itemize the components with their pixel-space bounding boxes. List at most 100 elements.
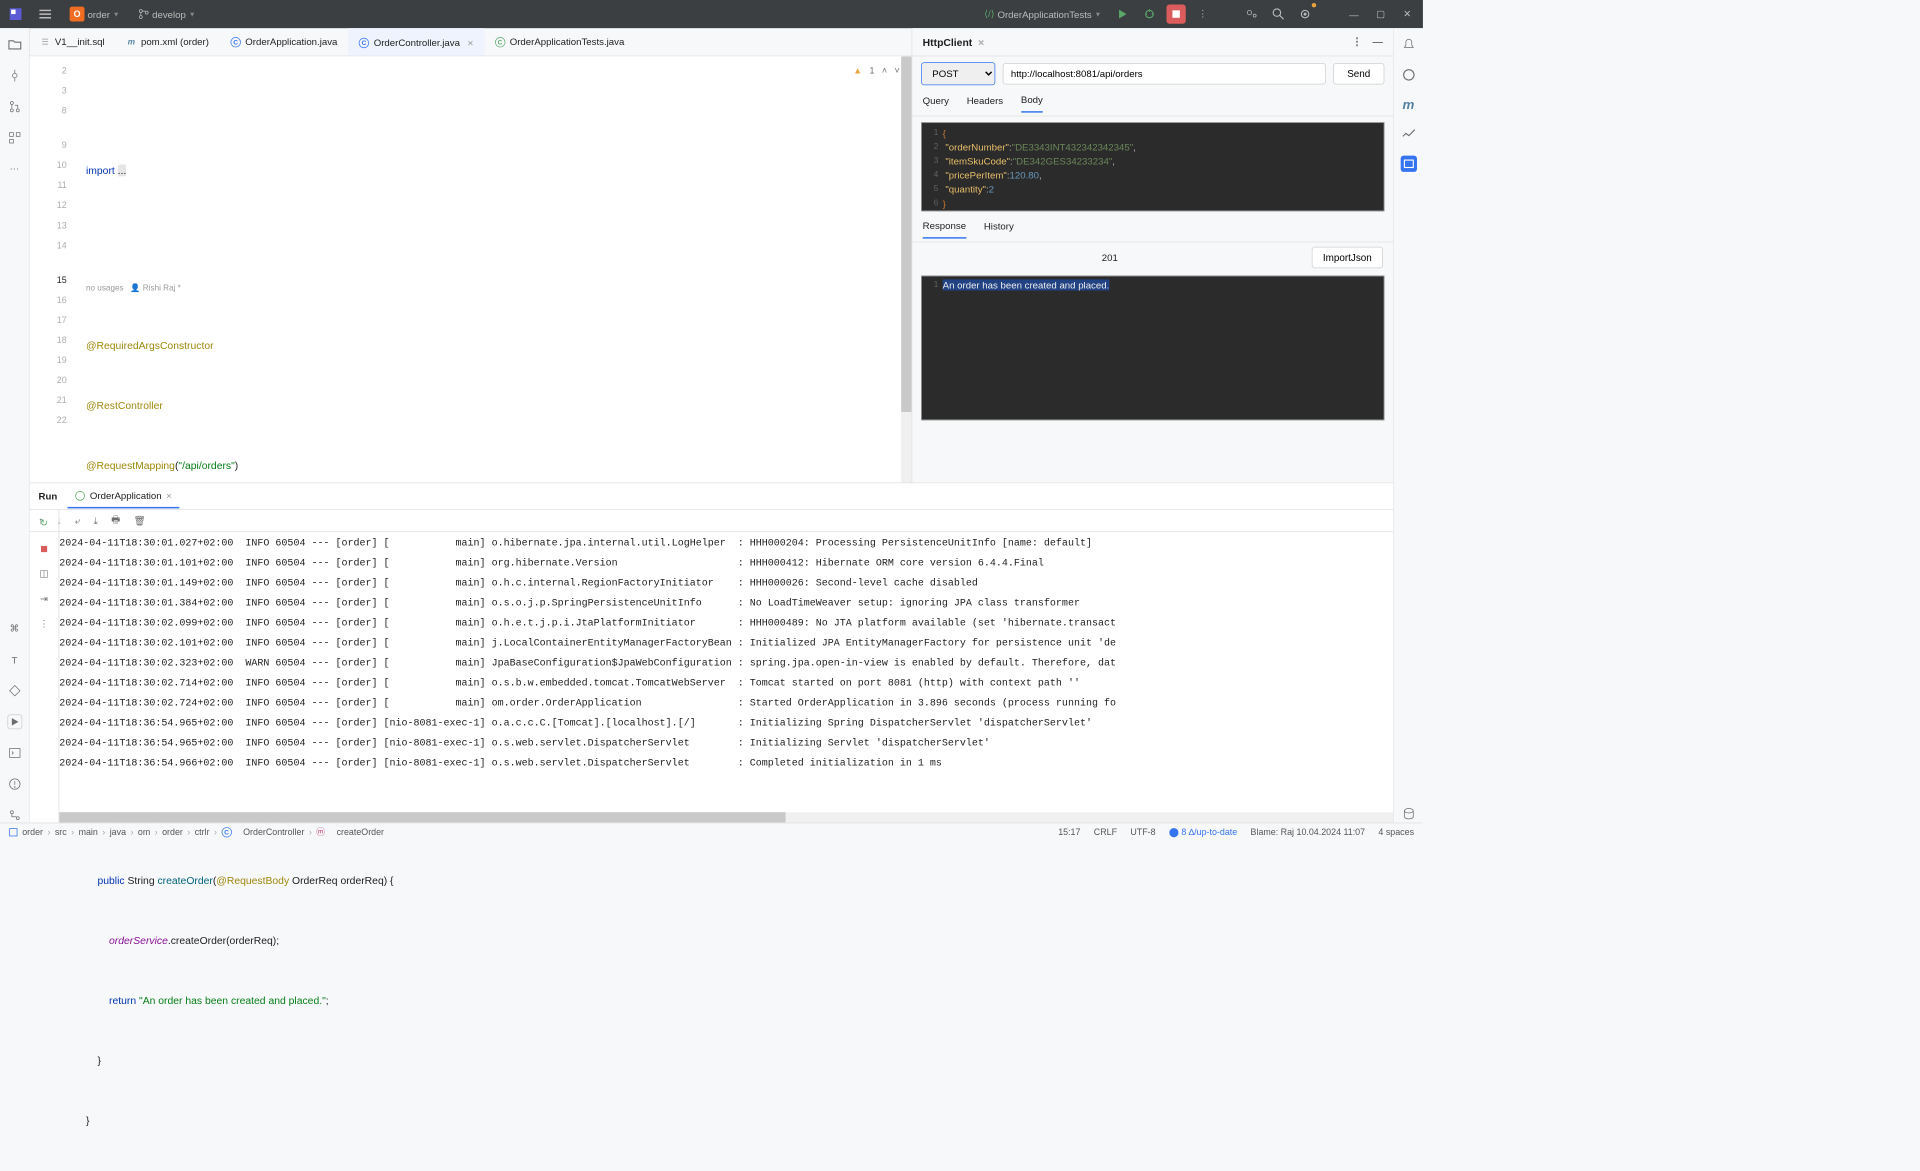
run-tool-icon[interactable] [7,714,22,729]
response-tabs: Response History [912,217,1393,242]
code-editor[interactable]: ▲ 1 ˄ ˅ 2 3 8 9 10 11 12 13 14 15 16 17 … [30,56,912,482]
ai-assistant-icon[interactable] [1400,67,1416,83]
console-output[interactable]: 2024-04-11T18:30:01.027+02:00 INFO 60504… [59,534,1393,808]
hamburger-icon[interactable] [36,4,55,23]
code-with-me-icon[interactable] [1242,4,1261,23]
titlebar: O order ▼ develop ▼ ⟨/⟩ OrderApplication… [0,0,1423,28]
clear-icon[interactable]: 🗑 [134,515,146,527]
import-json-button[interactable]: ImportJson [1312,247,1383,268]
indent-setting[interactable]: 4 spaces [1378,827,1414,837]
line-separator[interactable]: CRLF [1094,827,1117,837]
statusbar: order› src› main› java› om› order› ctrlr… [0,823,1423,841]
structure-tool-icon[interactable] [7,130,22,145]
tab-tests[interactable]: COrderApplicationTests.java [485,28,636,55]
exit-icon[interactable]: ⇥ [40,593,48,605]
stop-button[interactable] [1166,4,1185,23]
chevron-down-icon: ▼ [113,10,120,17]
http-method-select[interactable]: POST [921,62,995,85]
console-h-scrollbar[interactable] [59,812,1393,822]
scroll-end-icon[interactable]: ⤓ [94,515,98,527]
project-dropdown[interactable]: O order ▼ [65,4,124,25]
close-tab-icon[interactable]: × [467,37,473,49]
class-icon: C [221,827,231,837]
spring-icon [75,490,85,500]
left-toolbar: ⋯ ⌘ T [0,28,30,822]
request-tabs: Query Headers Body [912,91,1393,116]
tab-sql[interactable]: ☰V1__init.sql [30,28,116,55]
response-status-code: 201 [1102,252,1118,263]
file-encoding[interactable]: UTF-8 [1130,827,1155,837]
module-icon [9,827,18,836]
pull-requests-icon[interactable] [7,99,22,114]
caret-position[interactable]: 15:17 [1058,827,1080,837]
branch-dropdown[interactable]: develop ▼ [134,6,200,23]
maven-tool-icon[interactable]: m [1400,96,1416,112]
project-tool-icon[interactable] [7,37,22,52]
chevron-down-icon: ▼ [189,10,196,17]
tab-pom[interactable]: mpom.xml (order) [116,28,220,55]
more-actions-icon[interactable]: ⋮ [1193,4,1212,23]
tab-headers[interactable]: Headers [967,95,1003,112]
tab-ordercontroller[interactable]: COrderController.java× [349,28,485,55]
git-blame[interactable]: Blame: Raj 10.04.2024 11:07 [1251,827,1366,837]
tab-query[interactable]: Query [923,95,949,112]
class-icon: C [359,37,369,47]
line-gutter: 2 3 8 9 10 11 12 13 14 15 16 17 18 19 20… [30,56,82,482]
console-toolbar: ↑ ↓ ⤶ ⤓ 🖶 🗑 [30,510,1394,532]
rerun-icon[interactable]: ↻ [40,517,48,529]
keymap-icon[interactable]: ⌘ [7,621,22,636]
database-tool-icon[interactable] [1400,806,1416,822]
search-icon[interactable] [1269,4,1288,23]
run-config-name: OrderApplicationTests [997,9,1091,20]
breadcrumb[interactable]: order› src› main› java› om› order› ctrlr… [9,826,384,839]
coverage-icon[interactable] [1400,126,1416,142]
project-badge: O [70,7,85,22]
minimize-button[interactable]: — [1344,4,1363,23]
tab-history[interactable]: History [984,221,1014,238]
more-tools-icon[interactable]: ⋯ [7,162,22,177]
close-window-button[interactable]: ✕ [1398,4,1417,23]
branch-name: develop [152,9,186,20]
run-button[interactable] [1113,4,1132,23]
run-left-toolbar: ↻ ◼ ◫ ⇥ ⋮ [30,510,60,823]
tab-orderapp[interactable]: COrderApplication.java [220,28,348,55]
chevron-down-icon: ▼ [1095,10,1102,17]
request-body-editor[interactable]: 123456 { "orderNumber":"DE3343INT4323423… [921,122,1384,211]
soft-wrap-icon[interactable]: ⤶ [75,515,80,527]
run-tool-window: Run OrderApplication × ↻ ◼ ◫ ⇥ ⋮ ↑ ↓ ⤶ ⤓… [30,482,1394,822]
debug-button[interactable] [1140,4,1159,23]
commit-tool-icon[interactable] [7,68,22,83]
tab-body[interactable]: Body [1021,94,1043,113]
close-panel-icon[interactable]: × [978,36,984,48]
class-icon: C [230,37,240,47]
run-config-tab[interactable]: OrderApplication × [68,484,179,508]
problems-tool-icon[interactable] [7,777,22,792]
send-button[interactable]: Send [1333,63,1384,84]
stop-icon[interactable]: ◼ [40,542,48,554]
tab-response[interactable]: Response [923,220,966,239]
run-title: Run [39,491,58,502]
http-url-input[interactable] [1003,63,1326,84]
vcs-tool-icon[interactable] [7,808,22,823]
panel-hide-icon[interactable]: — [1373,36,1383,49]
vcs-status[interactable]: ⬤ 8 ∆/up-to-date [1169,827,1237,837]
more-icon[interactable]: ⋮ [39,618,49,630]
editor-scrollbar[interactable] [901,56,911,482]
notifications-icon[interactable] [1400,37,1416,53]
services-icon[interactable] [7,683,22,698]
code-lens[interactable]: no usages 👤 Rishi Raj * [86,281,897,296]
http-client-tool-icon[interactable] [1400,156,1416,172]
maven-icon: m [126,37,136,47]
list-icon: ☰ [40,37,50,47]
terminal-tool-icon[interactable] [7,746,22,761]
app-logo-icon[interactable] [6,4,25,23]
print-icon[interactable]: 🖶 [111,512,120,528]
settings-icon[interactable] [1295,4,1314,23]
close-tab-icon[interactable]: × [166,490,172,501]
screenshot-icon[interactable]: ◫ [40,568,49,580]
panel-options-icon[interactable]: ⋮ [1352,36,1362,49]
response-body-viewer[interactable]: 1 An order has been created and placed. [921,276,1384,421]
text-tool-icon[interactable]: T [7,652,22,667]
run-config-dropdown[interactable]: ⟨/⟩ OrderApplicationTests ▼ [980,5,1106,23]
maximize-button[interactable]: ▢ [1371,4,1390,23]
